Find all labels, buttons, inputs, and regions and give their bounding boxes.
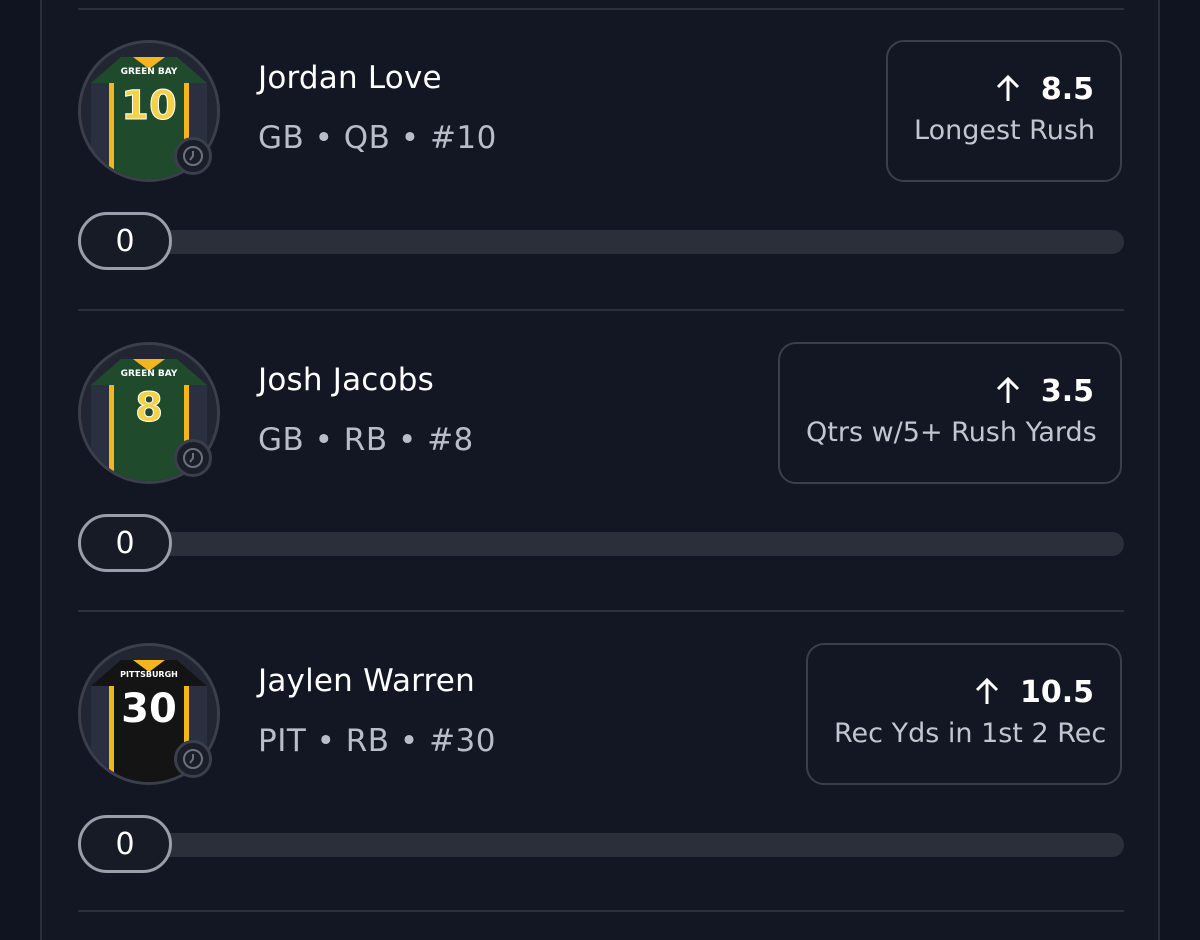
arrow-up-icon (993, 375, 1023, 409)
prop-line: 8.5 (1040, 72, 1094, 107)
progress-value-pill: 0 (78, 212, 172, 270)
prop-stat: Qtrs w/5+ Rush Yards (806, 417, 1097, 448)
player-name: Jaylen Warren (258, 663, 475, 699)
prop-line: 10.5 (1019, 675, 1094, 710)
arrow-up-icon (993, 73, 1023, 107)
prop-card[interactable]: 8.5 Longest Rush (886, 40, 1122, 182)
clock-icon (174, 137, 212, 175)
prop-line: 3.5 (1040, 374, 1094, 409)
player-entry[interactable]: PITTSBURGH 30 Jaylen Warren PIT • RB • #… (78, 643, 1124, 883)
progress-value-pill: 0 (78, 815, 172, 873)
progress-value-pill: 0 (78, 514, 172, 572)
jersey-number-text: 30 (121, 686, 177, 732)
progress-track (78, 230, 1124, 254)
clock-icon (174, 740, 212, 778)
player-meta: PIT • RB • #30 (258, 723, 496, 759)
prop-stat: Rec Yds in 1st 2 Rec (834, 718, 1107, 749)
divider (78, 309, 1124, 311)
player-name: Josh Jacobs (258, 362, 434, 398)
jersey-number-text: 8 (135, 385, 163, 431)
jersey-team-text: GREEN BAY (121, 67, 178, 77)
app-background: GREEN BAY 10 Jordan Love GB • QB • #10 8… (0, 0, 1200, 940)
prop-card[interactable]: 3.5 Qtrs w/5+ Rush Yards (778, 342, 1122, 484)
player-meta: GB • RB • #8 (258, 422, 474, 458)
prop-stat: Longest Rush (914, 115, 1096, 146)
player-meta: GB • QB • #10 (258, 120, 497, 156)
arrow-up-icon (972, 676, 1002, 710)
progress-track (78, 833, 1124, 857)
prop-card[interactable]: 10.5 Rec Yds in 1st 2 Rec (806, 643, 1122, 785)
divider (78, 610, 1124, 612)
jersey-team-text: GREEN BAY (121, 369, 178, 379)
player-name: Jordan Love (258, 60, 442, 96)
jersey-number-text: 10 (121, 83, 177, 129)
progress-track (78, 532, 1124, 556)
divider-top (78, 8, 1124, 10)
player-entry[interactable]: GREEN BAY 10 Jordan Love GB • QB • #10 8… (78, 40, 1124, 280)
player-entry[interactable]: GREEN BAY 8 Josh Jacobs GB • RB • #8 3.5… (78, 342, 1124, 582)
clock-icon (174, 439, 212, 477)
divider-bottom (78, 910, 1124, 912)
jersey-team-text: PITTSBURGH (120, 670, 178, 679)
